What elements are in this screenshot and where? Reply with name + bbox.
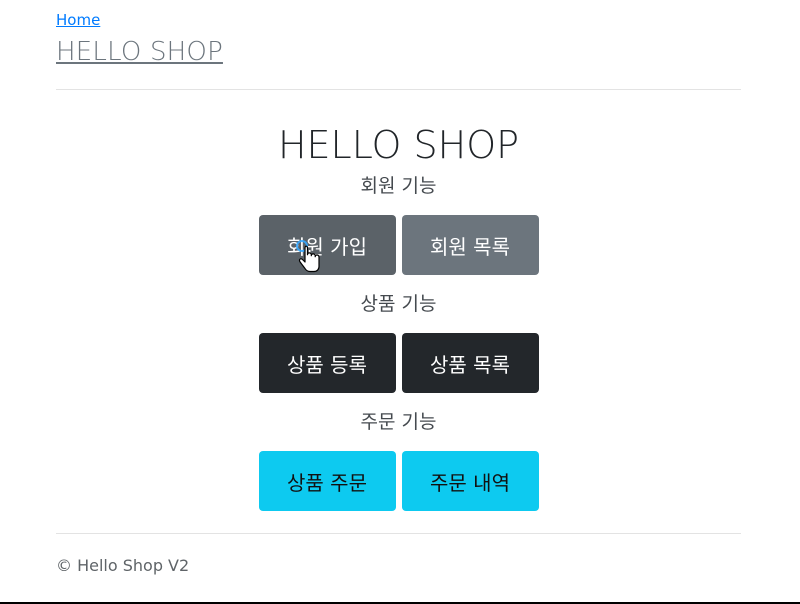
- member-join-button[interactable]: 회원 가입: [258, 215, 396, 275]
- member-list-button[interactable]: 회원 목록: [401, 215, 539, 275]
- header: Home HELLO SHOP: [56, 10, 741, 69]
- footer-text: © Hello Shop V2: [56, 556, 190, 575]
- order-button-group: 상품 주문 주문 내역: [56, 451, 741, 511]
- shop-title-link[interactable]: HELLO SHOP: [56, 35, 741, 69]
- member-button-group: 회원 가입 회원 목록: [56, 215, 741, 275]
- order-history-button[interactable]: 주문 내역: [401, 451, 539, 511]
- item-list-button[interactable]: 상품 목록: [401, 333, 539, 393]
- item-order-button[interactable]: 상품 주문: [258, 451, 396, 511]
- main-content: HELLO SHOP 회원 기능 회원 가입 회원 목록 상품 기능 상품 등록…: [56, 118, 741, 526]
- page-title: HELLO SHOP: [277, 123, 520, 167]
- item-register-button[interactable]: 상품 등록: [258, 333, 396, 393]
- home-link[interactable]: Home: [56, 10, 100, 30]
- order-section-label: 주문 기능: [360, 411, 437, 433]
- item-section-label: 상품 기능: [360, 293, 437, 315]
- header-divider: [56, 89, 741, 90]
- item-button-group: 상품 등록 상품 목록: [56, 333, 741, 393]
- member-section-label: 회원 기능: [360, 175, 437, 197]
- footer-divider: [56, 533, 741, 534]
